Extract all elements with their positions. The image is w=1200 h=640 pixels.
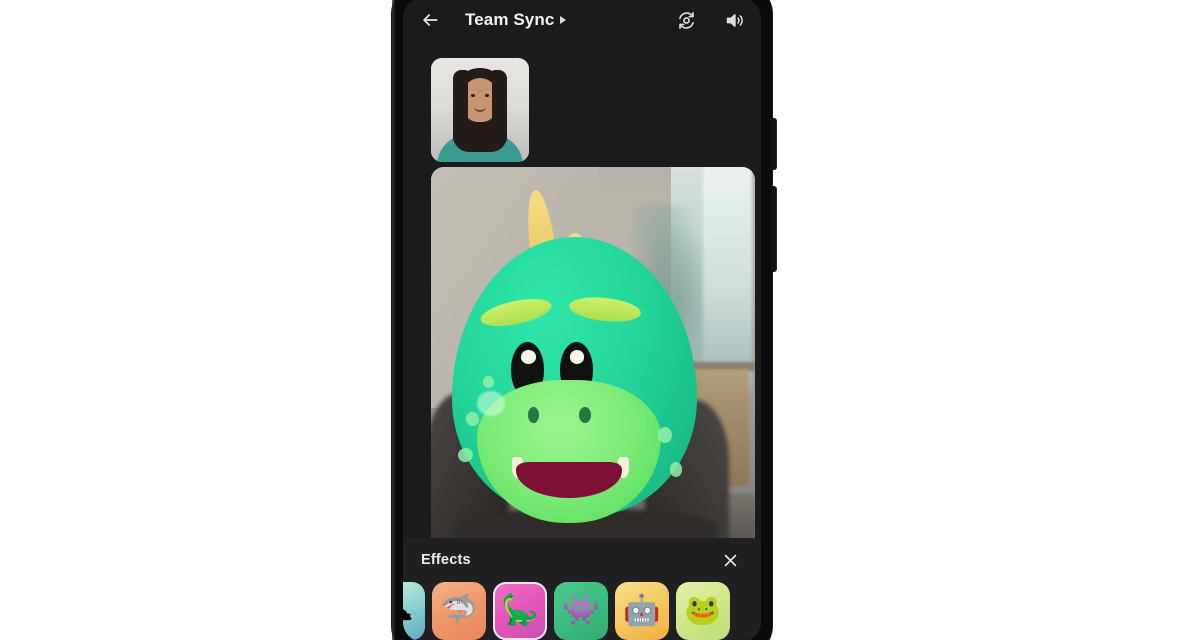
self-view-thumbnail[interactable] [431,58,529,162]
close-icon [724,554,736,566]
volume-button[interactable] [771,186,776,272]
effect-tile-dinosaur[interactable]: 🦕 [493,582,547,640]
page-title: Team Sync [465,10,555,29]
phone-screen: Team Sync Effects 🦈 🦕 👾 🤖 🐸 [403,0,761,640]
effects-panel-header: Effects [403,538,761,582]
screenshot-stage: Team Sync Effects 🦈 🦕 👾 🤖 🐸 [0,0,1200,640]
self-view-hair-left [453,70,468,146]
shark-effect-icon: 🦈 [440,594,478,627]
dino-cheek-shine [477,390,506,416]
monster-effect-icon: 👾 [562,594,600,627]
dino-scale-spot [669,462,683,477]
power-button[interactable] [771,118,776,170]
dino-nostril-right [579,406,591,424]
robot-effect-icon: 🤖 [623,594,661,627]
effect-tile-monster[interactable]: 👾 [554,582,608,640]
switch-camera-icon [678,11,694,29]
dino-scale-spot [658,426,673,443]
phone-device: Team Sync Effects 🦈 🦕 👾 🤖 🐸 [392,0,776,640]
call-title-button[interactable]: Team Sync [465,10,567,30]
effect-tile-frog[interactable]: 🐸 [676,582,730,640]
device-edge-highlight [392,0,396,640]
self-view-eye-left [471,94,475,97]
self-view-eye-right [485,94,489,97]
self-view-hair-right [492,70,507,146]
frog-effect-icon: 🐸 [684,594,722,627]
call-top-bar: Team Sync [403,0,761,42]
speaker-icon [726,13,743,27]
switch-camera-button[interactable] [673,7,699,33]
close-effects-button[interactable] [717,547,743,573]
effect-tile-cloud[interactable]: ☁ [403,582,425,640]
dinosaur-ar-mask [444,189,723,548]
cloud-effect-icon: ☁ [403,582,425,640]
back-button[interactable] [417,7,443,33]
effects-panel-title: Effects [421,552,471,568]
top-bar-actions [673,7,747,33]
main-video-feed[interactable] [431,167,755,556]
triangle-right-icon [560,16,567,24]
speaker-button[interactable] [721,7,747,33]
effects-carousel[interactable]: ☁ 🦈 🦕 👾 🤖 🐸 [403,582,761,640]
effect-tile-robot[interactable]: 🤖 [615,582,669,640]
dino-scale-spot [482,376,495,388]
dinosaur-effect-icon: 🦕 [501,594,539,627]
effects-panel: Effects ☁ 🦈 🦕 👾 🤖 🐸 [403,538,761,640]
arrow-left-icon [423,14,438,26]
effect-tile-shark[interactable]: 🦈 [432,582,486,640]
